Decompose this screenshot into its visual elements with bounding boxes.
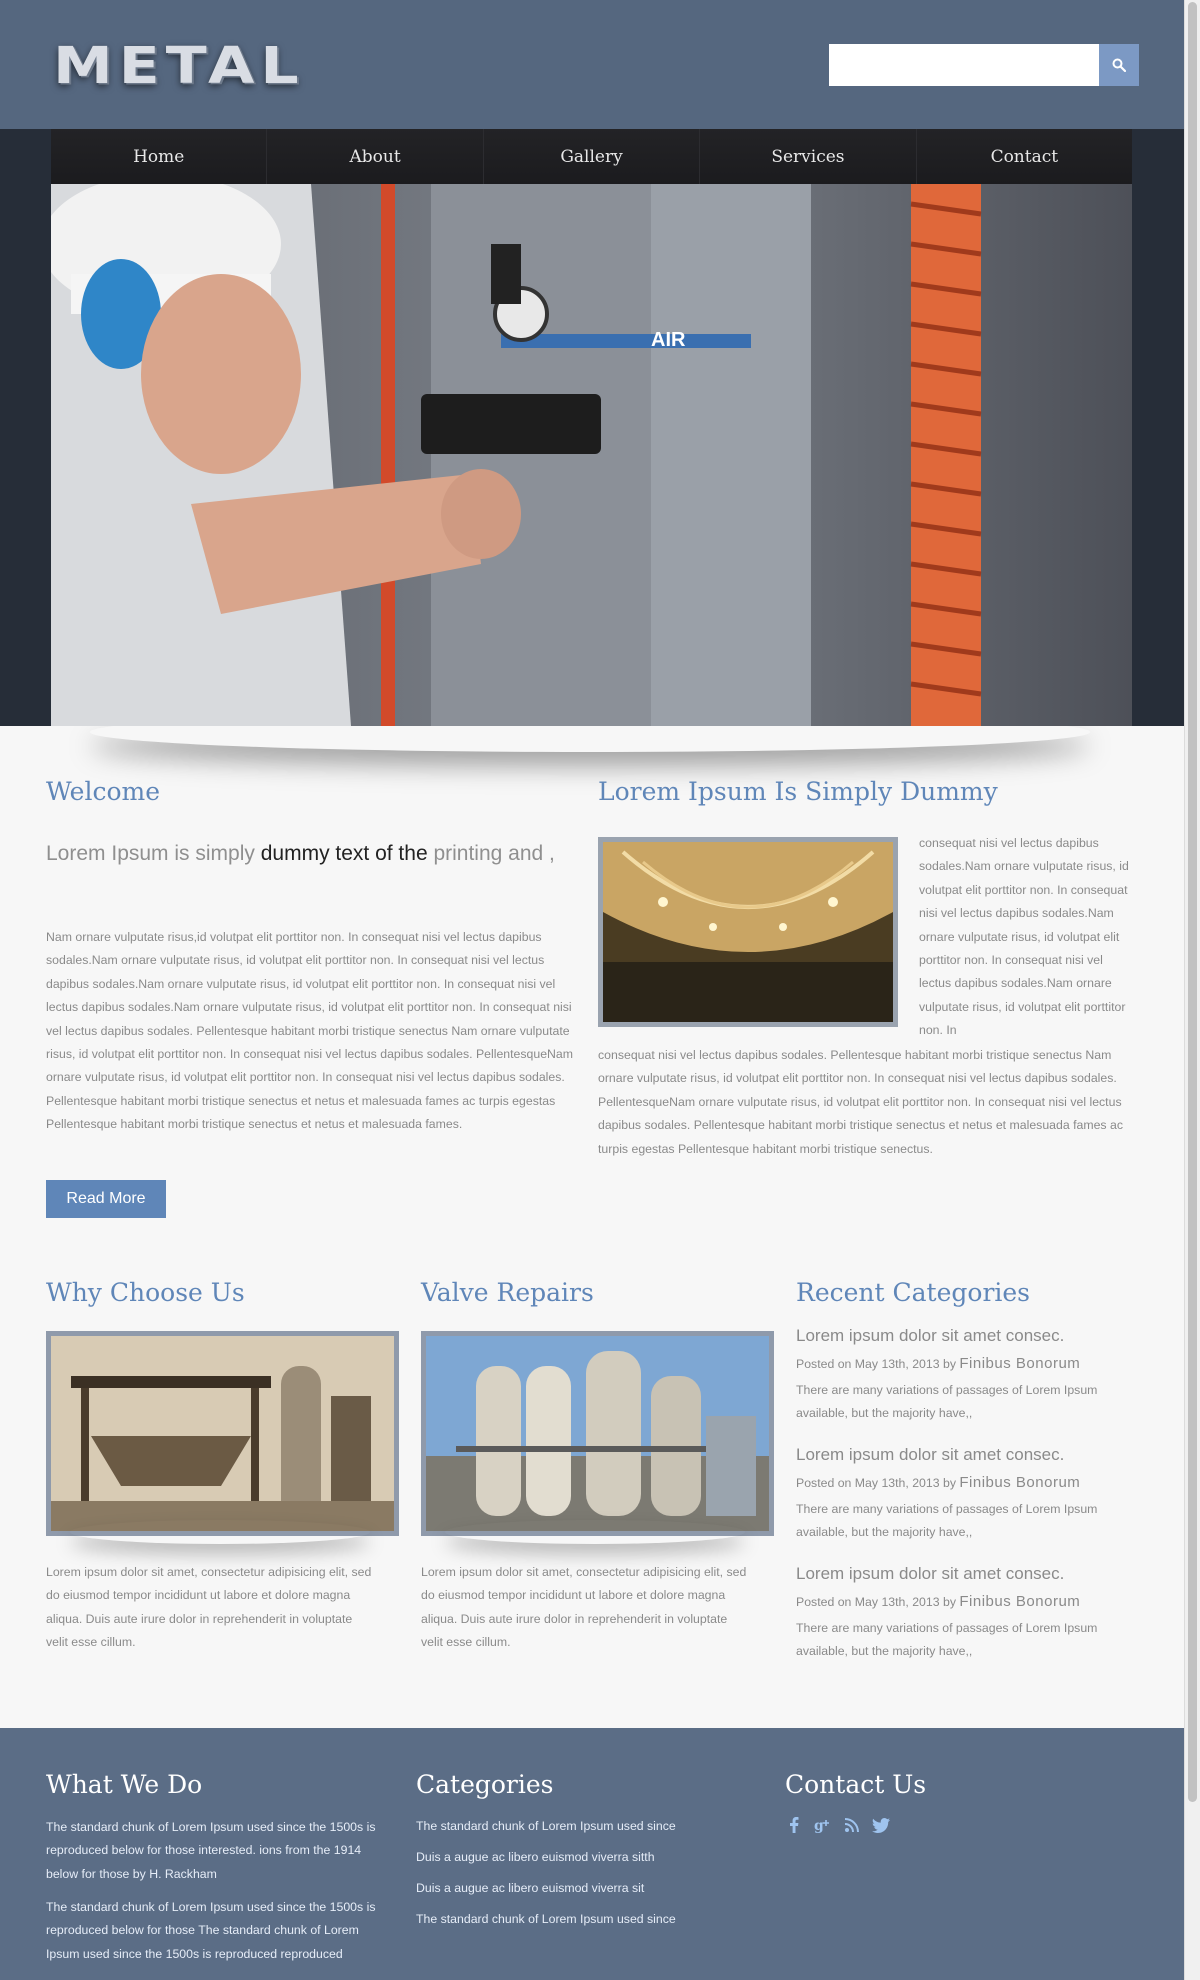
svg-text:AIR: AIR [651, 329, 686, 351]
recent-item: Lorem ipsum dolor sit amet consec. Poste… [796, 1326, 1136, 1426]
recent-item-posted: Posted on May 13th, 2013 by [796, 1357, 960, 1371]
recent-item-heading[interactable]: Lorem ipsum dolor sit amet consec. [796, 1326, 1136, 1346]
recent-categories-title: Recent Categories [796, 1278, 1031, 1307]
nav-contact[interactable]: Contact [916, 129, 1133, 184]
why-choose-us-title: Why Choose Us [46, 1278, 245, 1307]
welcome-lead: Lorem Ipsum is simply dummy text of the … [46, 833, 576, 874]
lorem-title: Lorem Ipsum Is Simply Dummy [598, 777, 998, 806]
google-plus-icon[interactable]: g [814, 1816, 832, 1834]
valve-repairs-title: Valve Repairs [421, 1278, 594, 1307]
welcome-title: Welcome [46, 777, 161, 806]
recent-item-description: There are many variations of passages of… [796, 1621, 1098, 1659]
nav-home[interactable]: Home [51, 129, 268, 184]
plant-illustration [51, 1336, 394, 1531]
recent-item-author[interactable]: Finibus Bonorum [959, 1355, 1080, 1372]
footer-what-we-do-text-2: The standard chunk of Lorem Ipsum used s… [46, 1900, 376, 1961]
footer-category-link[interactable]: The standard chunk of Lorem Ipsum used s… [416, 1818, 746, 1834]
nav-services[interactable]: Services [700, 129, 917, 184]
footer-category-link[interactable]: Duis a augue ac libero euismod viverra s… [416, 1880, 746, 1896]
welcome-body: Nam ornare vulputate risus,id volutpat e… [46, 930, 574, 1132]
recent-item-meta: Posted on May 13th, 2013 by Finibus Bono… [796, 1474, 1136, 1491]
scrollbar[interactable] [1184, 0, 1200, 1980]
recent-item: Lorem ipsum dolor sit amet consec. Poste… [796, 1445, 1136, 1545]
recent-item-description: There are many variations of passages of… [796, 1383, 1098, 1421]
lorem-bottom-text: consequat nisi vel lectus dapibus sodale… [598, 1048, 1123, 1156]
why-choose-us-image [46, 1331, 399, 1536]
recent-item-heading[interactable]: Lorem ipsum dolor sit amet consec. [796, 1564, 1136, 1584]
recent-item-posted: Posted on May 13th, 2013 by [796, 1476, 960, 1490]
footer: What We Do The standard chunk of Lorem I… [0, 1728, 1184, 1980]
footer-categories-title: Categories [416, 1770, 554, 1799]
twitter-icon[interactable] [872, 1816, 890, 1834]
main-nav: Home About Gallery Services Contact [51, 129, 1133, 184]
recent-item-author[interactable]: Finibus Bonorum [959, 1593, 1080, 1610]
footer-what-we-do-title: What We Do [46, 1770, 203, 1799]
hero-image: AIR [51, 184, 1132, 726]
read-more-button[interactable]: Read More [46, 1180, 166, 1218]
tanks-illustration [426, 1336, 769, 1531]
recent-item: Lorem ipsum dolor sit amet consec. Poste… [796, 1564, 1136, 1664]
footer-categories-list: The standard chunk of Lorem Ipsum used s… [416, 1818, 746, 1942]
nav-gallery[interactable]: Gallery [483, 129, 701, 184]
search-input[interactable] [829, 44, 1099, 86]
footer-contact-title: Contact Us [785, 1770, 927, 1799]
tunnel-image [598, 837, 898, 1027]
footer-category-link[interactable]: The standard chunk of Lorem Ipsum used s… [416, 1911, 746, 1927]
valve-repairs-image [421, 1331, 774, 1536]
recent-item-meta: Posted on May 13th, 2013 by Finibus Bono… [796, 1593, 1136, 1610]
tunnel-illustration [603, 842, 893, 1022]
search-bar [829, 44, 1139, 86]
header: METAL [0, 0, 1184, 129]
valve-image-shadow [445, 1520, 745, 1544]
welcome-lead-highlight: dummy text of the [260, 842, 428, 865]
recent-item-description: There are many variations of passages of… [796, 1502, 1098, 1540]
welcome-lead-part3: printing and , [427, 842, 555, 865]
footer-what-we-do-text-1: The standard chunk of Lorem Ipsum used s… [46, 1820, 376, 1881]
site-logo[interactable]: METAL [53, 36, 305, 96]
hero-illustration: AIR [51, 184, 1132, 726]
why-image-shadow [70, 1520, 370, 1544]
lorem-side-text: consequat nisi vel lectus dapibus sodale… [919, 836, 1129, 1038]
scrollbar-thumb[interactable] [1188, 2, 1197, 1802]
recent-item-meta: Posted on May 13th, 2013 by Finibus Bono… [796, 1355, 1136, 1372]
nav-about[interactable]: About [267, 129, 484, 184]
social-links: g [785, 1816, 890, 1834]
rss-icon[interactable] [843, 1816, 861, 1834]
search-button[interactable] [1099, 44, 1139, 86]
facebook-icon[interactable] [785, 1816, 803, 1834]
search-icon [1112, 58, 1126, 72]
svg-text:g: g [814, 1818, 824, 1833]
recent-item-heading[interactable]: Lorem ipsum dolor sit amet consec. [796, 1445, 1136, 1465]
recent-item-posted: Posted on May 13th, 2013 by [796, 1595, 960, 1609]
recent-item-author[interactable]: Finibus Bonorum [959, 1474, 1080, 1491]
welcome-lead-part1: Lorem Ipsum is simply [46, 842, 261, 865]
footer-category-link[interactable]: Duis a augue ac libero euismod viverra s… [416, 1849, 746, 1865]
valve-repairs-text: Lorem ipsum dolor sit amet, consectetur … [421, 1565, 747, 1650]
why-choose-us-text: Lorem ipsum dolor sit amet, consectetur … [46, 1565, 372, 1650]
